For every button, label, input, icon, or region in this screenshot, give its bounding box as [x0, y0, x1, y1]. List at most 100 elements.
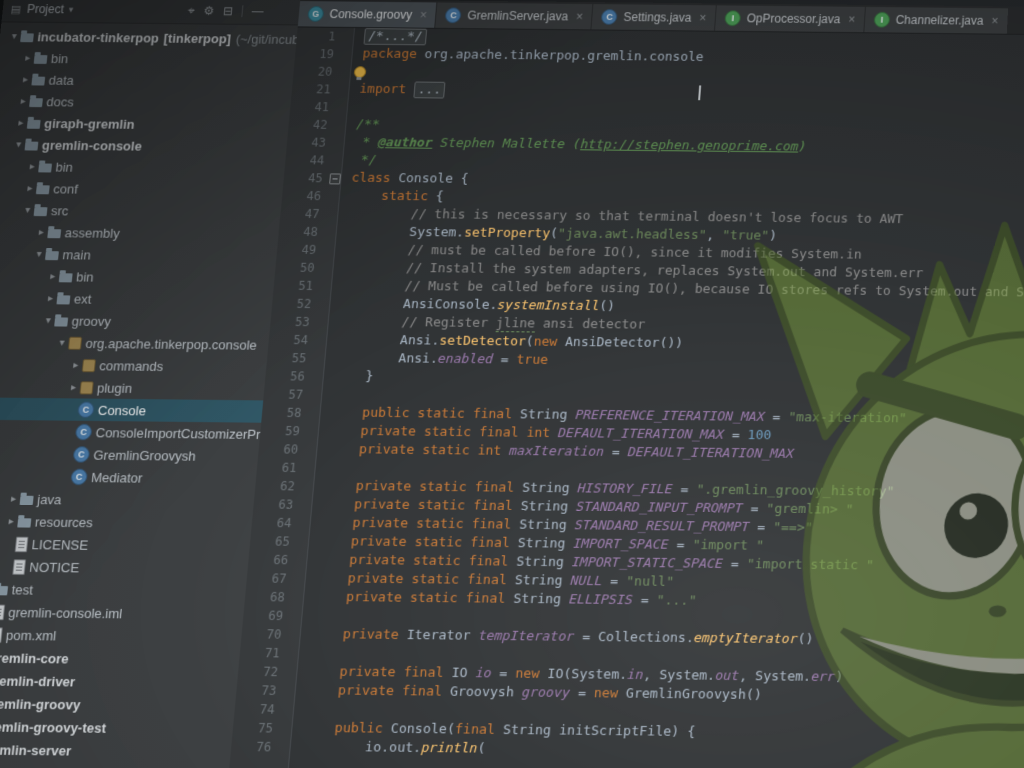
chevron-collapsed-icon[interactable]: ▸	[6, 493, 20, 504]
line-number[interactable]: 61	[256, 458, 303, 477]
chevron-expanded-icon[interactable]: ▾	[41, 315, 55, 326]
tree-item-data[interactable]: ▸data	[0, 68, 294, 93]
tab-opprocessor-java[interactable]: IOpProcessor.java×	[715, 5, 866, 32]
tree-item-assembly[interactable]: ▸assembly	[0, 220, 280, 245]
fold-marker-icon[interactable]	[329, 173, 341, 184]
tree-item-consoleimportcustomizerprovider[interactable]: CConsoleImportCustomizerProvider	[0, 420, 261, 446]
chevron-collapsed-icon[interactable]: ▸	[66, 382, 80, 393]
line-number[interactable]: 69	[243, 606, 290, 625]
line-number[interactable]: 52	[271, 295, 318, 314]
line-number[interactable]: 70	[241, 625, 289, 644]
line-number[interactable]: 47	[280, 205, 327, 223]
chevron-collapsed-icon[interactable]: ▸	[43, 293, 57, 304]
close-tab-icon[interactable]: ×	[991, 14, 999, 28]
tree-item-java[interactable]: ▸java	[0, 487, 255, 513]
line-number[interactable]: 75	[232, 718, 280, 737]
line-number[interactable]: 44	[285, 151, 331, 169]
chevron-expanded-icon[interactable]: ▾	[7, 31, 21, 42]
chevron-down-icon[interactable]: ▾	[68, 4, 74, 15]
tree-item-notice[interactable]: NOTICE	[0, 554, 249, 580]
line-number[interactable]: 76	[230, 737, 278, 756]
line-number[interactable]: 51	[273, 277, 320, 296]
tree-item-giraph-gremlin[interactable]: ▸giraph-gremlin	[0, 112, 290, 137]
line-number[interactable]: 56	[265, 367, 312, 386]
line-number[interactable]: 72	[237, 662, 285, 681]
collapse-all-icon[interactable]: ⊟	[222, 4, 233, 18]
tree-item-main[interactable]: ▾main	[0, 242, 278, 267]
tree-item-gremlin-core[interactable]: ▸gremlin-core	[0, 645, 240, 671]
tree-item-groovy[interactable]: ▾groovy	[0, 308, 271, 333]
tab-channelizer-java[interactable]: IChannelizer.java×	[864, 7, 1009, 34]
line-number[interactable]: 71	[239, 643, 287, 662]
line-number[interactable]: 68	[244, 588, 291, 607]
tree-item-src[interactable]: ▾src	[0, 199, 282, 224]
line-number[interactable]: 64	[251, 514, 298, 533]
intention-bulb-icon[interactable]	[354, 66, 367, 78]
line-number[interactable]: 74	[234, 700, 282, 719]
tree-item-bin[interactable]: ▸bin	[0, 264, 276, 289]
line-number[interactable]: 54	[268, 331, 315, 350]
line-number[interactable]: 55	[266, 349, 313, 368]
tree-item-gremlin-server[interactable]: ▸gremlin-server	[0, 737, 232, 763]
settings-icon[interactable]: ⚙	[203, 4, 215, 18]
line-number[interactable]: 41	[290, 98, 336, 116]
line-number[interactable]: 59	[260, 422, 307, 441]
line-number[interactable]: 42	[288, 116, 334, 134]
line-number[interactable]: 63	[253, 495, 300, 514]
tab-settings-java[interactable]: CSettings.java×	[592, 4, 717, 31]
tree-item-plugin[interactable]: ▸plugin	[0, 375, 265, 400]
tab-console-groovy[interactable]: GConsole.groovy×	[298, 1, 438, 28]
line-number[interactable]: 66	[248, 550, 295, 569]
tree-item-bin[interactable]: ▸bin	[0, 155, 286, 180]
tree-item-gremlin-groovy-test[interactable]: ▸gremlin-groovy-test	[0, 714, 234, 740]
line-number[interactable]: 45	[283, 169, 329, 187]
chevron-collapsed-icon[interactable]: ▸	[14, 117, 28, 128]
line-number[interactable]: 46	[281, 187, 327, 205]
code-editor[interactable]: 1/*...*/19package org.apache.tinkerpop.g…	[227, 27, 1024, 768]
tree-item-test[interactable]: ▸test	[0, 577, 247, 603]
chevron-collapsed-icon[interactable]: ▸	[46, 271, 60, 282]
chevron-expanded-icon[interactable]: ▾	[32, 248, 46, 259]
line-number[interactable]: 48	[278, 223, 325, 241]
tree-item-console[interactable]: CConsole	[0, 397, 263, 423]
chevron-expanded-icon[interactable]: ▾	[21, 204, 35, 215]
tree-item-pom-xml[interactable]: pom.xml	[0, 623, 242, 649]
chevron-collapsed-icon[interactable]: ▸	[23, 183, 37, 194]
chevron-collapsed-icon[interactable]: ▸	[34, 227, 48, 238]
tree-item-incubator-tinkerpop[interactable]: ▾incubator-tinkerpop[tinkerpop](~/git/in…	[0, 25, 298, 50]
tab-gremlinserver-java[interactable]: CGremlinServer.java×	[436, 2, 594, 29]
tree-item-ext[interactable]: ▸ext	[0, 286, 274, 311]
chevron-collapsed-icon[interactable]: ▸	[19, 74, 33, 85]
line-number[interactable]: 43	[286, 133, 332, 151]
tree-item-bin[interactable]: ▸bin	[0, 47, 296, 72]
line-number[interactable]: 73	[236, 681, 284, 700]
chevron-collapsed-icon[interactable]: ▸	[16, 96, 30, 107]
tree-item-docs[interactable]: ▸docs	[0, 90, 292, 115]
line-number[interactable]: 1	[296, 27, 342, 45]
hide-icon[interactable]: —	[251, 4, 264, 18]
tree-item-resources[interactable]: ▸resources	[0, 509, 253, 535]
tree-item-gremlin-driver[interactable]: ▸gremlin-driver	[0, 668, 238, 694]
scroll-from-source-icon[interactable]: ⌖	[187, 3, 195, 18]
chevron-collapsed-icon[interactable]: ▸	[25, 161, 39, 172]
close-tab-icon[interactable]: ×	[699, 11, 707, 25]
line-number[interactable]: 19	[294, 45, 340, 63]
tree-item-license[interactable]: LICENSE	[0, 532, 251, 558]
line-number[interactable]: 21	[291, 80, 337, 98]
line-number[interactable]: 53	[270, 313, 317, 332]
line-number[interactable]: 60	[258, 440, 305, 459]
chevron-expanded-icon[interactable]: ▾	[55, 337, 69, 348]
tree-item-mediator[interactable]: CMediator	[0, 464, 257, 490]
close-tab-icon[interactable]: ×	[575, 10, 583, 24]
tree-item-gremlin-groovy[interactable]: ▸gremlin-groovy	[0, 691, 236, 717]
line-number[interactable]: 67	[246, 569, 293, 588]
line-number[interactable]: 58	[261, 403, 308, 422]
chevron-expanded-icon[interactable]: ▾	[12, 139, 26, 150]
tree-item-org-apache-tinkerpop-console[interactable]: ▾org.apache.tinkerpop.console	[0, 331, 269, 356]
chevron-collapsed-icon[interactable]: ▸	[4, 516, 18, 527]
line-number[interactable]: 57	[263, 385, 310, 404]
line-number[interactable]: 50	[275, 259, 322, 277]
line-number[interactable]: 49	[276, 241, 323, 259]
tree-item-gremlin-console[interactable]: ▾gremlin-console	[0, 133, 288, 158]
close-tab-icon[interactable]: ×	[419, 8, 427, 22]
